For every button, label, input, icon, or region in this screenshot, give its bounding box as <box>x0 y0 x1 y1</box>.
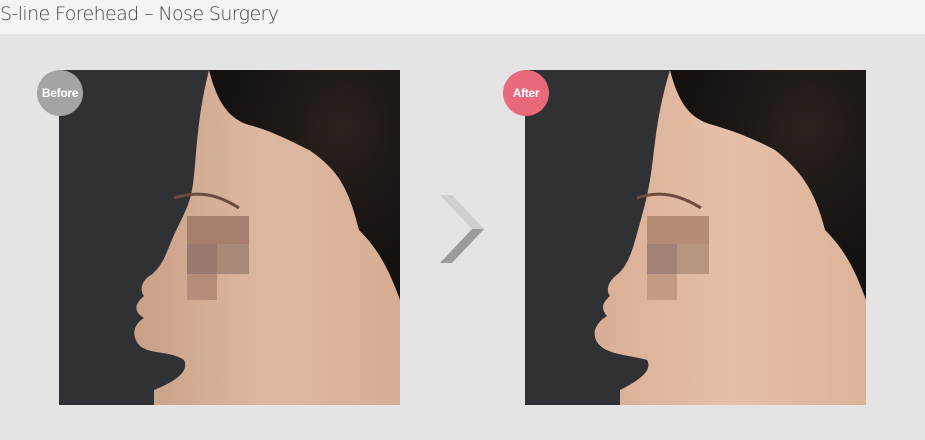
before-badge: Before <box>37 70 83 116</box>
after-badge: After <box>503 70 549 116</box>
before-photo <box>59 70 400 405</box>
chevron-right-icon <box>438 193 488 265</box>
header-bar: S-line Forehead – Nose Surgery <box>0 0 925 34</box>
after-photo <box>525 70 866 405</box>
page-title: S-line Forehead – Nose Surgery <box>0 3 279 25</box>
